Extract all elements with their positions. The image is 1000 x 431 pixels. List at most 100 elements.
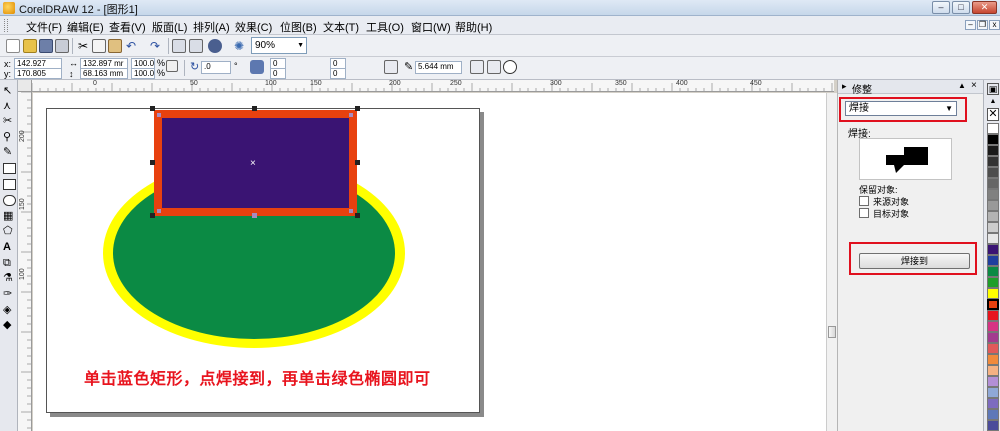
drawing-canvas[interactable]: × 单击蓝色矩形，点焊接到，再单击绿色椭圆即可 [33,93,826,431]
menu-effects[interactable]: 效果(C) [235,19,272,35]
print-icon[interactable] [55,39,69,53]
menu-window[interactable]: 窗口(W) [411,19,451,35]
color-swatch[interactable] [987,277,999,288]
menu-file[interactable]: 文件(F) [26,19,62,35]
scale-y-field[interactable]: 100.0 [131,68,155,79]
color-swatch[interactable] [987,178,999,189]
color-swatch[interactable] [987,387,999,398]
color-swatch[interactable] [987,299,999,310]
color-swatch[interactable] [987,420,999,431]
color-swatch[interactable] [987,398,999,409]
interactive-blend-tool-icon[interactable]: ⧉ [3,258,16,269]
color-swatch[interactable] [987,376,999,387]
zoom-level-select[interactable]: 90% ▼ [251,37,307,54]
polygon-tool-icon[interactable]: ▦ [3,211,16,222]
menu-arrange[interactable]: 排列(A) [193,19,230,35]
y-position-field[interactable]: 170.805 mm [14,68,62,87]
palette-scroll-up-icon[interactable]: ▲ [987,97,999,106]
menu-bitmaps[interactable]: 位图(B) [280,19,317,35]
ruler-origin[interactable] [18,80,32,92]
selection-handle[interactable] [150,160,155,165]
color-swatch[interactable] [987,200,999,211]
color-swatch[interactable] [987,145,999,156]
pick-tool-icon[interactable]: ↖ [3,86,16,97]
cut-icon[interactable]: ✂ [76,39,90,53]
corner-bottom-left-field[interactable]: 0 [270,68,286,79]
rotation-field[interactable]: .0 [201,61,231,74]
menu-layout[interactable]: 版面(L) [152,19,187,35]
lock-ratio-icon[interactable] [166,60,178,72]
color-swatch[interactable] [987,123,999,134]
zoom-tool-icon[interactable]: ⚲ [3,132,16,143]
copy-icon[interactable] [92,39,106,53]
smart-fill-tool-icon[interactable] [3,163,16,174]
ellipse-tool-icon[interactable] [3,195,16,206]
corner-node[interactable] [349,209,353,213]
freehand-tool-icon[interactable]: ✎ [3,147,16,158]
doc-close-button[interactable]: x [989,20,1000,30]
corner-node[interactable] [349,113,353,117]
menu-help[interactable]: 帮助(H) [455,19,492,35]
scrollbar-thumb[interactable] [828,326,836,338]
doc-minimize-button[interactable]: – [965,20,976,30]
convert-to-curves-icon[interactable] [503,60,517,74]
color-swatch[interactable] [987,211,999,222]
minimize-button[interactable]: – [932,1,950,14]
outline-width-select[interactable]: 5.644 mm [415,61,462,74]
selection-handle[interactable] [355,106,360,111]
crop-tool-icon[interactable]: ✂ [3,116,16,127]
docker-expand-icon[interactable]: ▸ [842,81,847,92]
color-swatch[interactable] [987,343,999,354]
color-swatch[interactable] [987,167,999,178]
new-document-icon[interactable] [6,39,20,53]
application-launcher-icon[interactable] [208,39,222,53]
export-icon[interactable] [189,39,203,53]
menu-text[interactable]: 文本(T) [323,19,359,35]
color-swatch[interactable] [987,189,999,200]
target-object-checkbox[interactable] [859,208,869,218]
source-object-checkbox[interactable] [859,196,869,206]
selection-handle[interactable] [355,213,360,218]
rectangle-tool-icon[interactable] [3,179,16,190]
interactive-fill-tool-icon[interactable]: ◆ [3,320,16,331]
mirror-icon[interactable] [250,60,264,74]
eyedropper-tool-icon[interactable]: ⚗ [3,273,16,284]
color-swatch[interactable] [987,365,999,376]
selection-handle[interactable] [252,106,257,111]
save-icon[interactable] [39,39,53,53]
doc-restore-button[interactable]: ❐ [977,20,988,30]
fill-tool-icon[interactable]: ◈ [3,305,16,316]
color-swatch[interactable] [987,409,999,420]
vertical-scrollbar[interactable] [826,93,837,431]
maximize-button[interactable]: □ [952,1,970,14]
height-field[interactable]: 68.163 mm [80,68,128,79]
text-tool-icon[interactable]: A [3,242,16,253]
corner-bottom-right-field[interactable]: 0 [330,68,346,79]
shape-tool-icon[interactable]: ⋏ [3,101,16,112]
color-swatch[interactable] [987,288,999,299]
selection-handle[interactable] [252,213,257,218]
basic-shapes-tool-icon[interactable]: ⬠ [3,226,16,237]
to-front-icon[interactable] [470,60,484,74]
to-back-icon[interactable] [487,60,501,74]
color-swatch[interactable] [987,134,999,145]
selection-handle[interactable] [150,106,155,111]
menu-edit[interactable]: 编辑(E) [67,19,104,35]
open-folder-icon[interactable] [23,39,37,53]
redo-icon[interactable]: ↷ [148,39,162,53]
color-swatch[interactable] [987,266,999,277]
color-swatch[interactable] [987,222,999,233]
corner-node[interactable] [157,113,161,117]
selection-handle[interactable] [150,213,155,218]
outline-tool-icon[interactable]: ✑ [3,289,16,300]
selection-handle[interactable] [355,160,360,165]
corel-online-icon[interactable]: ✺ [232,39,246,53]
docker-close-icon[interactable]: × [971,80,977,91]
color-swatch[interactable] [987,310,999,321]
undo-icon[interactable]: ↶ [124,39,138,53]
menu-view[interactable]: 查看(V) [109,19,146,35]
color-swatch[interactable] [987,156,999,167]
no-fill-swatch[interactable]: ✕ [987,108,999,121]
corner-node[interactable] [157,209,161,213]
paste-icon[interactable] [108,39,122,53]
